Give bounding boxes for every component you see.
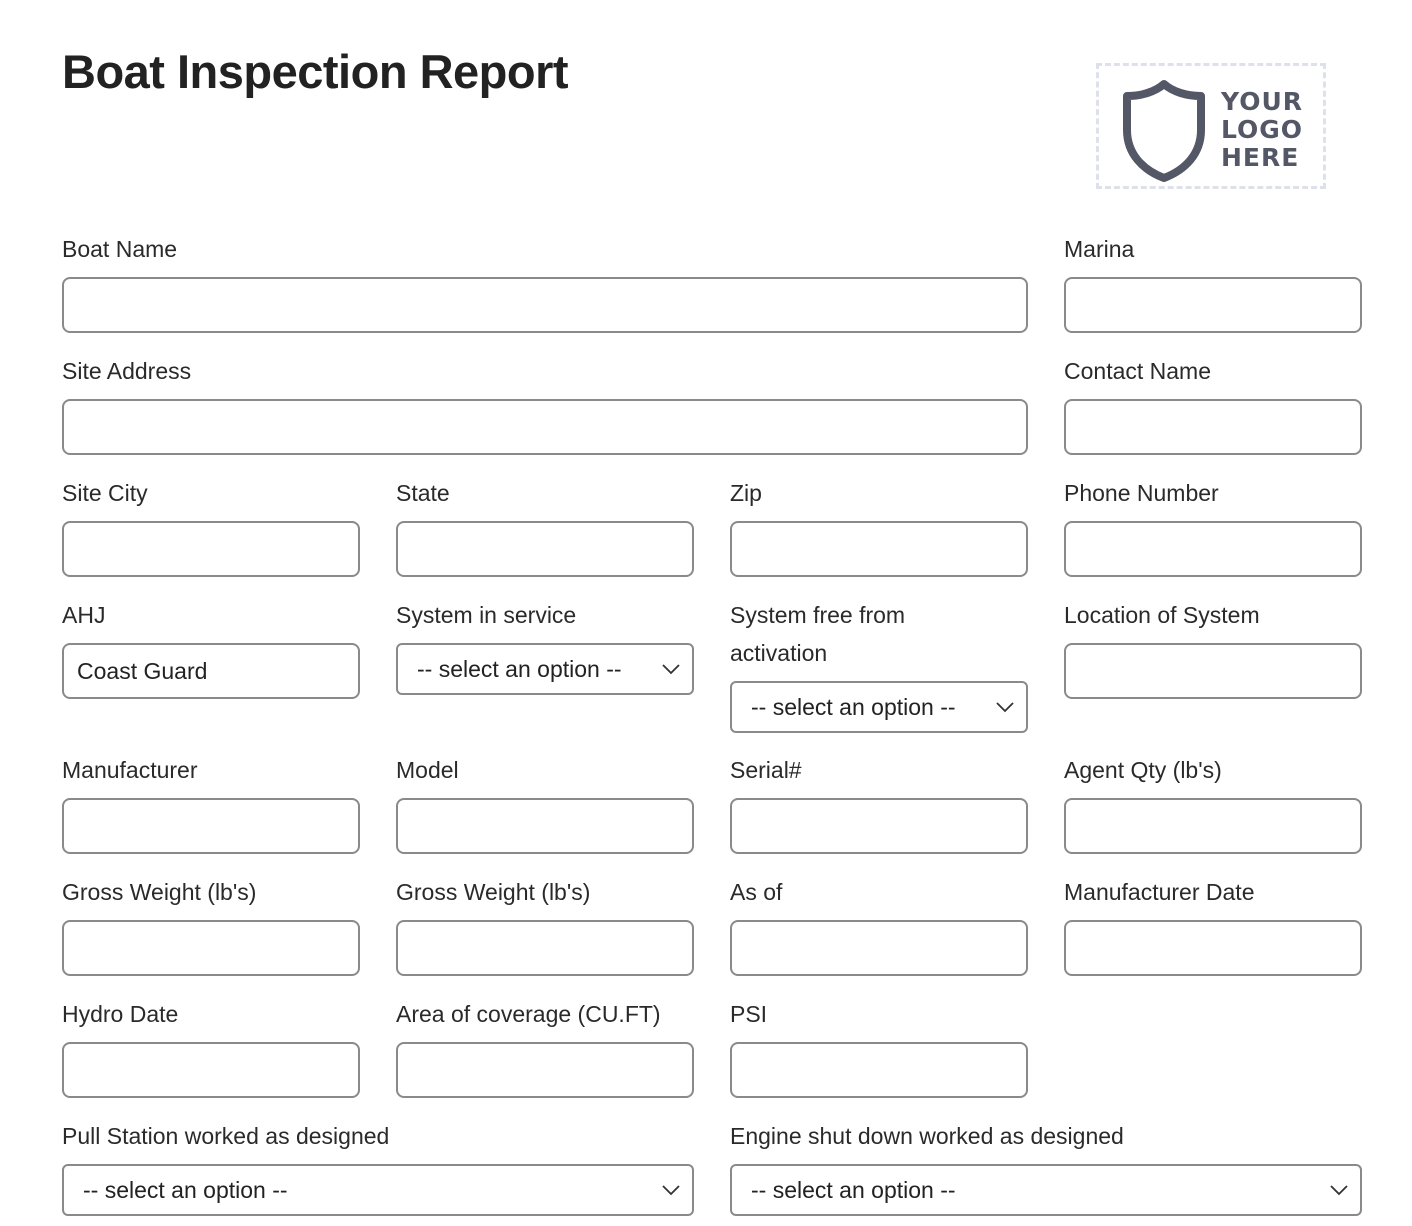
site-address-field: Site Address [62,352,1028,455]
logo-placeholder: YOUR LOGO HERE [1096,63,1326,189]
chevron-down-icon [662,664,680,675]
manufacturer-date-label: Manufacturer Date [1064,879,1255,905]
as-of-field: As of [730,873,1028,976]
site-city-input[interactable] [62,521,360,577]
ahj-label: AHJ [62,602,106,628]
engine-shut-down-selected: -- select an option -- [751,1176,956,1203]
marina-input[interactable] [1064,277,1362,333]
agent-qty-input[interactable] [1064,798,1362,854]
phone-number-field: Phone Number [1064,474,1362,577]
manufacturer-field: Manufacturer [62,751,360,854]
boat-name-input[interactable] [62,277,1028,333]
hydro-date-field: Hydro Date [62,995,360,1098]
system-free-from-activation-field: System free from activation -- select an… [730,596,1028,733]
marina-field: Marina [1064,230,1362,333]
zip-field: Zip [730,474,1028,577]
as-of-label: As of [730,879,783,905]
site-city-field: Site City [62,474,360,577]
engine-shut-down-label: Engine shut down worked as designed [730,1123,1124,1149]
pull-station-label: Pull Station worked as designed [62,1123,390,1149]
logo-text: YOUR LOGO HERE [1221,88,1303,172]
ahj-field: AHJ [62,596,360,699]
engine-shut-down-select[interactable]: -- select an option -- [730,1164,1362,1216]
hydro-date-input[interactable] [62,1042,360,1098]
contact-name-field: Contact Name [1064,352,1362,455]
gross-weight-2-input[interactable] [396,920,694,976]
location-of-system-label: Location of System [1064,602,1260,628]
chevron-down-icon [996,702,1014,713]
site-city-label: Site City [62,480,148,506]
shield-icon [1123,80,1205,182]
zip-input[interactable] [730,521,1028,577]
state-input[interactable] [396,521,694,577]
area-of-coverage-label: Area of coverage (CU.FT) [396,1001,661,1027]
phone-number-input[interactable] [1064,521,1362,577]
area-of-coverage-input[interactable] [396,1042,694,1098]
serial-input[interactable] [730,798,1028,854]
page-title: Boat Inspection Report [62,45,569,98]
boat-name-label: Boat Name [62,236,178,262]
zip-label: Zip [730,480,762,506]
gross-weight-2-label: Gross Weight (lb's) [396,879,591,905]
serial-field: Serial# [730,751,1028,854]
model-label: Model [396,757,459,783]
system-in-service-select[interactable]: -- select an option -- [396,643,694,695]
psi-input[interactable] [730,1042,1028,1098]
agent-qty-field: Agent Qty (lb's) [1064,751,1362,854]
gross-weight-2-field: Gross Weight (lb's) [396,873,694,976]
logo-line-2: LOGO [1221,115,1304,144]
manufacturer-input[interactable] [62,798,360,854]
location-of-system-field: Location of System [1064,596,1362,699]
site-address-label: Site Address [62,358,192,384]
system-free-from-activation-label: System free from activation [730,602,906,666]
system-free-from-activation-select[interactable]: -- select an option -- [730,681,1028,733]
contact-name-label: Contact Name [1064,358,1212,384]
pull-station-field: Pull Station worked as designed -- selec… [62,1117,694,1216]
pull-station-select[interactable]: -- select an option -- [62,1164,694,1216]
system-in-service-label: System in service [396,602,577,628]
pull-station-selected: -- select an option -- [83,1176,288,1203]
engine-shut-down-field: Engine shut down worked as designed -- s… [730,1117,1362,1216]
manufacturer-label: Manufacturer [62,757,198,783]
agent-qty-label: Agent Qty (lb's) [1064,757,1222,783]
chevron-down-icon [1330,1185,1348,1196]
gross-weight-1-input[interactable] [62,920,360,976]
serial-label: Serial# [730,757,802,783]
psi-field: PSI [730,995,1028,1098]
location-of-system-input[interactable] [1064,643,1362,699]
phone-number-label: Phone Number [1064,480,1219,506]
logo-line-1: YOUR [1221,87,1304,116]
model-field: Model [396,751,694,854]
gross-weight-1-label: Gross Weight (lb's) [62,879,257,905]
area-of-coverage-field: Area of coverage (CU.FT) [396,995,694,1098]
system-in-service-selected: -- select an option -- [417,655,622,682]
ahj-input[interactable] [62,643,360,699]
system-in-service-field: System in service -- select an option -- [396,596,694,695]
logo-line-3: HERE [1221,143,1300,172]
state-label: State [396,480,450,506]
boat-name-field: Boat Name [62,230,1028,333]
model-input[interactable] [396,798,694,854]
gross-weight-1-field: Gross Weight (lb's) [62,873,360,976]
as-of-input[interactable] [730,920,1028,976]
state-field: State [396,474,694,577]
psi-label: PSI [730,1001,768,1027]
system-free-from-activation-selected: -- select an option -- [751,693,956,720]
contact-name-input[interactable] [1064,399,1362,455]
manufacturer-date-field: Manufacturer Date [1064,873,1362,976]
chevron-down-icon [662,1185,680,1196]
manufacturer-date-input[interactable] [1064,920,1362,976]
marina-label: Marina [1064,236,1135,262]
hydro-date-label: Hydro Date [62,1001,179,1027]
site-address-input[interactable] [62,399,1028,455]
